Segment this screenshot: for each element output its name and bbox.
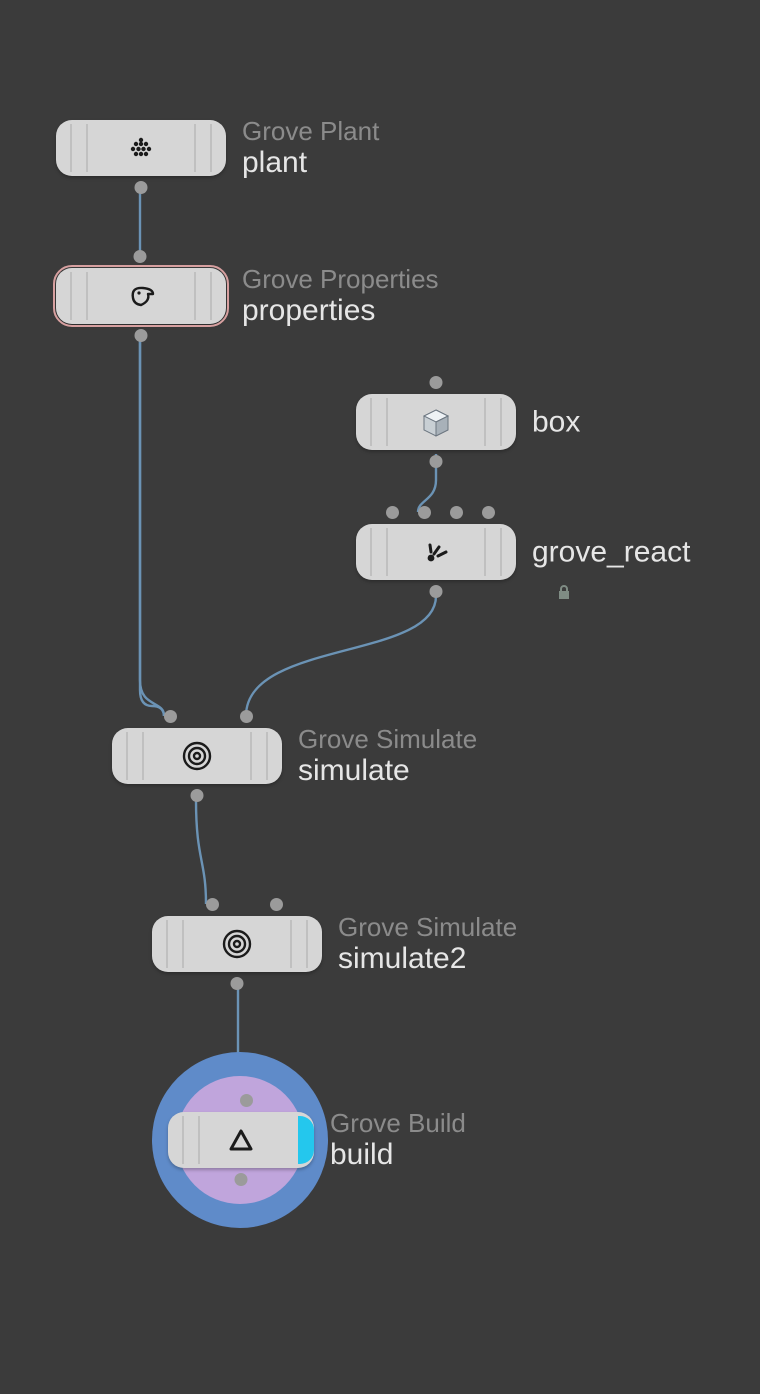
input-port[interactable] [240, 1094, 253, 1107]
input-port[interactable] [164, 710, 177, 723]
node-name-label: build [330, 1138, 466, 1171]
node-build[interactable] [168, 1112, 314, 1168]
node-simulate2[interactable] [152, 916, 322, 972]
node-simulate[interactable] [112, 728, 282, 784]
input-port[interactable] [270, 898, 283, 911]
rings-icon [179, 738, 215, 774]
node-name-label: plant [242, 146, 379, 179]
node-properties[interactable] [56, 268, 226, 324]
render-flag-tab [298, 1116, 314, 1164]
node-name-label: simulate2 [338, 942, 517, 975]
input-port[interactable] [240, 710, 253, 723]
node-name-label: box [532, 406, 580, 439]
triangle-icon [225, 1124, 257, 1156]
node-type-label: Grove Simulate [338, 913, 517, 942]
output-port[interactable] [235, 1173, 248, 1186]
node-grove-react[interactable] [356, 524, 516, 580]
rings-icon [219, 926, 255, 962]
node-type-label: Grove Simulate [298, 725, 477, 754]
connection-wires [0, 0, 760, 1394]
input-port[interactable] [430, 376, 443, 389]
node-box[interactable] [356, 394, 516, 450]
node-name-label: simulate [298, 754, 477, 787]
node-name-label: grove_react [532, 536, 690, 569]
output-port[interactable] [135, 181, 148, 194]
node-plant[interactable] [56, 120, 226, 176]
output-port[interactable] [135, 329, 148, 342]
node-name-label: properties [242, 294, 439, 327]
node-type-label: Grove Build [330, 1109, 466, 1138]
input-port[interactable] [206, 898, 219, 911]
node-graph-canvas[interactable]: Grove Plant plant Grove Properties prope… [0, 0, 760, 1394]
bird-icon [123, 278, 159, 314]
cube-icon [418, 404, 454, 440]
node-type-label: Grove Properties [242, 265, 439, 294]
seeds-icon [124, 131, 158, 165]
lock-icon [554, 582, 574, 608]
output-port[interactable] [191, 789, 204, 802]
input-port[interactable] [134, 250, 147, 263]
input-port[interactable] [450, 506, 463, 519]
input-port[interactable] [418, 506, 431, 519]
impact-icon [418, 534, 454, 570]
node-type-label: Grove Plant [242, 117, 379, 146]
output-port[interactable] [231, 977, 244, 990]
input-port[interactable] [386, 506, 399, 519]
output-port[interactable] [430, 585, 443, 598]
input-port[interactable] [482, 506, 495, 519]
output-port[interactable] [430, 455, 443, 468]
